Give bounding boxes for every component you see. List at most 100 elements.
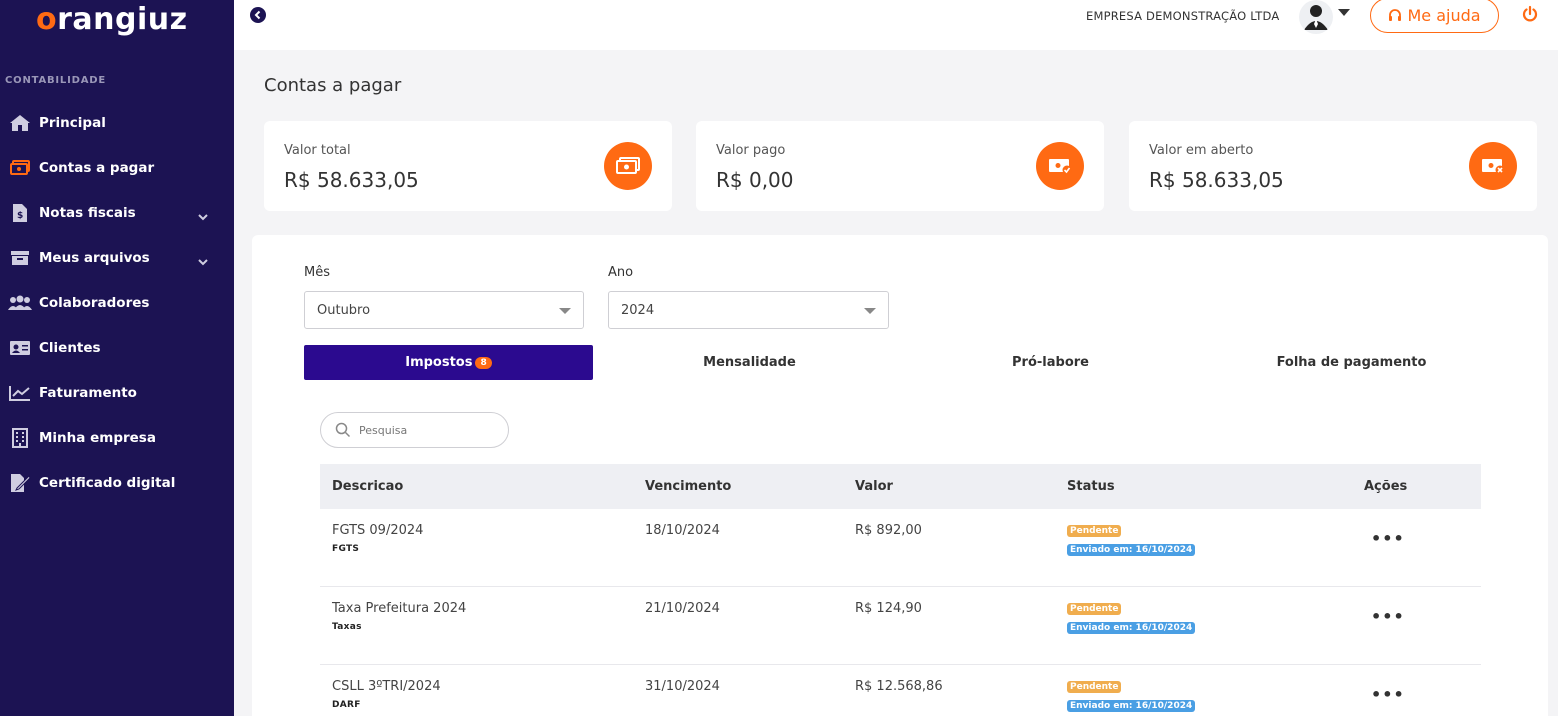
money-icon bbox=[8, 158, 32, 178]
summary-card-total: Valor total R$ 58.633,05 bbox=[264, 121, 672, 211]
headset-icon bbox=[1389, 8, 1402, 21]
row-tipo: FGTS bbox=[332, 544, 360, 554]
topbar: EMPRESA DEMONSTRAÇÃO LTDA Me ajuda bbox=[234, 0, 1558, 50]
sidebar-item-meus-arquivos[interactable]: Meus arquivos bbox=[0, 235, 234, 280]
column-header-status[interactable]: Status bbox=[1067, 479, 1115, 494]
user-icon bbox=[1304, 5, 1328, 30]
sidebar-item-label: Principal bbox=[39, 114, 106, 131]
chevron-down-icon bbox=[864, 308, 876, 314]
company-name[interactable]: EMPRESA DEMONSTRAÇÃO LTDA bbox=[1086, 9, 1279, 23]
status-badge: Pendente bbox=[1067, 681, 1122, 693]
money-icon bbox=[604, 142, 652, 190]
column-header-descricao[interactable]: Descricao bbox=[332, 479, 403, 494]
search-box[interactable] bbox=[320, 412, 509, 448]
home-icon bbox=[8, 113, 32, 133]
column-header-valor[interactable]: Valor bbox=[855, 479, 893, 494]
year-select[interactable]: 2024 bbox=[608, 291, 889, 329]
content-panel: Mês Outubro Ano 2024 Impostos 8 Mensalid… bbox=[252, 235, 1548, 716]
card-value: R$ 58.633,05 bbox=[284, 168, 419, 192]
more-actions-button[interactable]: ••• bbox=[1371, 607, 1405, 626]
sidebar-item-principal[interactable]: Principal bbox=[0, 100, 234, 145]
svg-text:$: $ bbox=[17, 211, 23, 221]
card-label: Valor em aberto bbox=[1149, 143, 1254, 158]
sidebar-item-label: Colaboradores bbox=[39, 294, 150, 311]
power-icon[interactable] bbox=[1521, 5, 1539, 27]
more-actions-button[interactable]: ••• bbox=[1371, 685, 1405, 704]
sidebar-item-label: Certificado digital bbox=[39, 474, 176, 491]
sidebar-item-contas-a-pagar[interactable]: Contas a pagar bbox=[0, 145, 234, 190]
tab-label: Pró-labore bbox=[1012, 355, 1089, 370]
sidebar-item-label: Contas a pagar bbox=[39, 159, 155, 176]
month-select-value: Outubro bbox=[317, 302, 371, 318]
month-select[interactable]: Outubro bbox=[304, 291, 584, 329]
logo-text: rangiuz bbox=[57, 2, 188, 37]
tabs: Impostos 8 Mensalidade Pró-labore Folha … bbox=[304, 345, 1494, 380]
chart-icon bbox=[8, 383, 32, 403]
row-valor: R$ 12.568,86 bbox=[855, 679, 943, 694]
search-input[interactable] bbox=[359, 423, 499, 437]
money-check-icon bbox=[1036, 142, 1084, 190]
sent-date-badge: Enviado em: 16/10/2024 bbox=[1067, 622, 1196, 634]
tab-mensalidade[interactable]: Mensalidade bbox=[605, 345, 894, 380]
summary-card-pago: Valor pago R$ 0,00 bbox=[696, 121, 1104, 211]
count-badge: 8 bbox=[475, 356, 492, 369]
building-icon bbox=[8, 427, 32, 448]
users-icon bbox=[8, 293, 32, 313]
row-descricao: FGTS 09/2024 bbox=[332, 523, 424, 538]
sidebar: orangiuz CONTABILIDADE Principal Contas … bbox=[0, 0, 234, 716]
sidebar-section-label: CONTABILIDADE bbox=[5, 75, 107, 86]
search-icon bbox=[335, 422, 351, 438]
card-label: Valor pago bbox=[716, 143, 786, 158]
row-vencimento: 31/10/2024 bbox=[645, 679, 720, 694]
table-row[interactable]: Taxa Prefeitura 2024 Taxas 21/10/2024 R$… bbox=[320, 587, 1481, 665]
sidebar-nav: Principal Contas a pagar $ Notas fiscais… bbox=[0, 100, 234, 505]
row-tipo: DARF bbox=[332, 700, 361, 710]
sidebar-item-faturamento[interactable]: Faturamento bbox=[0, 370, 234, 415]
money-x-icon bbox=[1469, 142, 1517, 190]
avatar[interactable] bbox=[1299, 0, 1333, 34]
row-tipo: Taxas bbox=[332, 622, 362, 632]
row-descricao: CSLL 3ºTRI/2024 bbox=[332, 679, 441, 694]
sidebar-item-label: Faturamento bbox=[39, 384, 137, 401]
row-valor: R$ 124,90 bbox=[855, 601, 922, 616]
sidebar-item-certificado-digital[interactable]: Certificado digital bbox=[0, 460, 234, 505]
logo[interactable]: orangiuz bbox=[36, 2, 188, 37]
month-label: Mês bbox=[304, 265, 330, 280]
row-descricao: Taxa Prefeitura 2024 bbox=[332, 601, 467, 616]
sent-date-badge: Enviado em: 16/10/2024 bbox=[1067, 544, 1196, 556]
sidebar-item-colaboradores[interactable]: Colaboradores bbox=[0, 280, 234, 325]
sidebar-item-notas-fiscais[interactable]: $ Notas fiscais bbox=[0, 190, 234, 235]
table-row[interactable]: FGTS 09/2024 FGTS 18/10/2024 R$ 892,00 P… bbox=[320, 509, 1481, 587]
taxes-table: Descricao Vencimento Valor Status Ações … bbox=[320, 464, 1481, 716]
tab-label: Impostos bbox=[405, 355, 473, 370]
sidebar-item-clientes[interactable]: Clientes bbox=[0, 325, 234, 370]
sidebar-item-minha-empresa[interactable]: Minha empresa bbox=[0, 415, 234, 460]
summary-card-aberto: Valor em aberto R$ 58.633,05 bbox=[1129, 121, 1537, 211]
tab-folha-de-pagamento[interactable]: Folha de pagamento bbox=[1207, 345, 1496, 380]
tab-pro-labore[interactable]: Pró-labore bbox=[906, 345, 1195, 380]
table-header: Descricao Vencimento Valor Status Ações bbox=[320, 464, 1481, 509]
sidebar-item-label: Minha empresa bbox=[39, 429, 156, 446]
certificate-icon bbox=[8, 473, 32, 493]
status-badge: Pendente bbox=[1067, 525, 1122, 537]
more-actions-button[interactable]: ••• bbox=[1371, 529, 1405, 548]
collapse-sidebar-button[interactable] bbox=[250, 7, 266, 23]
user-menu-caret-icon[interactable] bbox=[1338, 9, 1350, 16]
year-label: Ano bbox=[608, 265, 634, 280]
column-header-vencimento[interactable]: Vencimento bbox=[645, 479, 731, 494]
row-valor: R$ 892,00 bbox=[855, 523, 922, 538]
help-button[interactable]: Me ajuda bbox=[1370, 0, 1499, 33]
invoice-icon: $ bbox=[8, 203, 32, 223]
row-vencimento: 21/10/2024 bbox=[645, 601, 720, 616]
archive-icon bbox=[8, 248, 32, 268]
chevron-down-icon bbox=[198, 206, 208, 225]
chevron-down-icon bbox=[559, 308, 571, 314]
column-header-acoes: Ações bbox=[1364, 479, 1408, 494]
table-row[interactable]: CSLL 3ºTRI/2024 DARF 31/10/2024 R$ 12.56… bbox=[320, 665, 1481, 716]
card-label: Valor total bbox=[284, 143, 351, 158]
id-card-icon bbox=[8, 338, 32, 358]
year-select-value: 2024 bbox=[621, 302, 655, 318]
page-title: Contas a pagar bbox=[264, 75, 402, 96]
tab-impostos[interactable]: Impostos 8 bbox=[304, 345, 593, 380]
tab-label: Folha de pagamento bbox=[1276, 355, 1427, 370]
